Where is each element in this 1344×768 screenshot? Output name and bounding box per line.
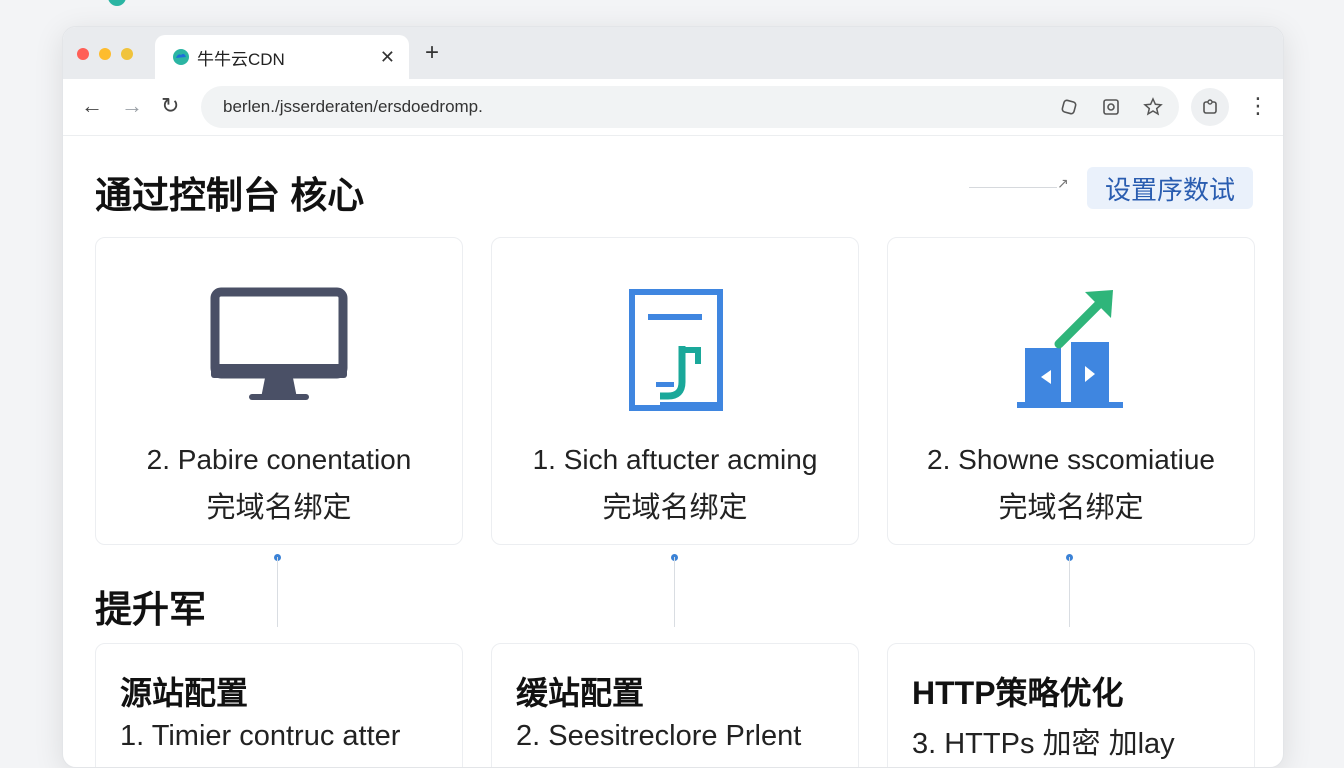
step-card-2[interactable]: 1. Sich aftucter acming 完域名绑定 xyxy=(491,237,859,545)
back-arrow-icon[interactable]: ← xyxy=(81,93,103,119)
new-tab-button[interactable]: + xyxy=(425,39,439,67)
card-sub-text: 完域名绑定 xyxy=(206,492,352,524)
card-sub-text: 完域名绑定 xyxy=(602,492,748,524)
lens-icon[interactable] xyxy=(1101,97,1121,117)
reload-icon[interactable]: ↻ xyxy=(161,93,179,119)
section-title: 提升军 xyxy=(95,589,206,630)
tab-title: 牛牛云CDN xyxy=(197,49,285,69)
step-card-1[interactable]: 2. Pabire conentation 完域名绑定 xyxy=(95,237,463,545)
flow-line xyxy=(1069,557,1070,627)
flow-line xyxy=(277,557,278,627)
address-bar[interactable]: berlen./jsserderaten/ersdoedromp. xyxy=(201,86,1179,128)
connector-arrow-icon: ↗ xyxy=(1057,175,1069,191)
bookmark-star-icon[interactable] xyxy=(1143,97,1163,117)
tab-bar: 牛牛云CDN ✕ + xyxy=(63,27,1283,79)
extensions-button[interactable] xyxy=(1191,88,1229,126)
step-card-3[interactable]: 2. Showne sscomiatiue 完域名绑定 xyxy=(887,237,1255,545)
browser-menu-icon[interactable]: ⋮ xyxy=(1247,93,1269,119)
cloud-logo-icon xyxy=(173,49,189,65)
config-card-title: 源站配置 xyxy=(120,675,249,711)
card-step-text: 2. Pabire conentation xyxy=(146,444,412,475)
document-icon xyxy=(629,289,723,411)
config-card-title: HTTP策略优化 xyxy=(912,675,1124,711)
window-close-dot[interactable] xyxy=(77,48,89,60)
card-step-text: 1. Sich aftucter acming xyxy=(532,444,818,475)
active-tab[interactable]: 牛牛云CDN ✕ xyxy=(155,35,409,79)
page-title: 通过控制台 核心 xyxy=(95,175,365,216)
brand-logo-icon xyxy=(108,0,126,6)
config-card-desc: 2. Seesitreclore Prlent xyxy=(516,720,802,752)
connector-line xyxy=(969,187,1057,188)
puzzle-icon xyxy=(1203,99,1217,114)
window-minimize-dot[interactable] xyxy=(99,48,111,60)
flow-line xyxy=(674,557,675,627)
monitor-icon xyxy=(210,287,348,400)
config-card-cache[interactable]: 缓站配置 2. Seesitreclore Prlent xyxy=(491,643,859,767)
config-card-desc: 1. Timier contruc atter xyxy=(120,720,401,752)
browser-window: 牛牛云CDN ✕ + ← → ↻ berlen./jsserderaten/er… xyxy=(62,26,1284,768)
card-step-text: 2. Showne sscomiatiue xyxy=(927,444,1215,475)
window-maximize-dot[interactable] xyxy=(121,48,133,60)
tag-icon[interactable] xyxy=(1059,97,1079,117)
config-card-http[interactable]: HTTP策略优化 3. HTTPs 加密 加lay xyxy=(887,643,1255,767)
top-brand-peek xyxy=(108,0,126,8)
setting-button[interactable]: 设置序数试 xyxy=(1087,167,1253,209)
forward-arrow-icon[interactable]: → xyxy=(121,93,143,119)
card-sub-text: 完域名绑定 xyxy=(998,492,1144,524)
tab-close-icon[interactable]: ✕ xyxy=(380,47,395,68)
growth-chart-icon xyxy=(1017,290,1123,408)
browser-toolbar: ← → ↻ berlen./jsserderaten/ersdoedromp. … xyxy=(63,79,1283,136)
config-card-origin[interactable]: 源站配置 1. Timier contruc atter xyxy=(95,643,463,767)
config-card-title: 缓站配置 xyxy=(516,675,645,711)
config-card-desc: 3. HTTPs 加密 加lay xyxy=(912,728,1175,760)
url-text[interactable]: berlen./jsserderaten/ersdoedromp. xyxy=(223,97,483,117)
